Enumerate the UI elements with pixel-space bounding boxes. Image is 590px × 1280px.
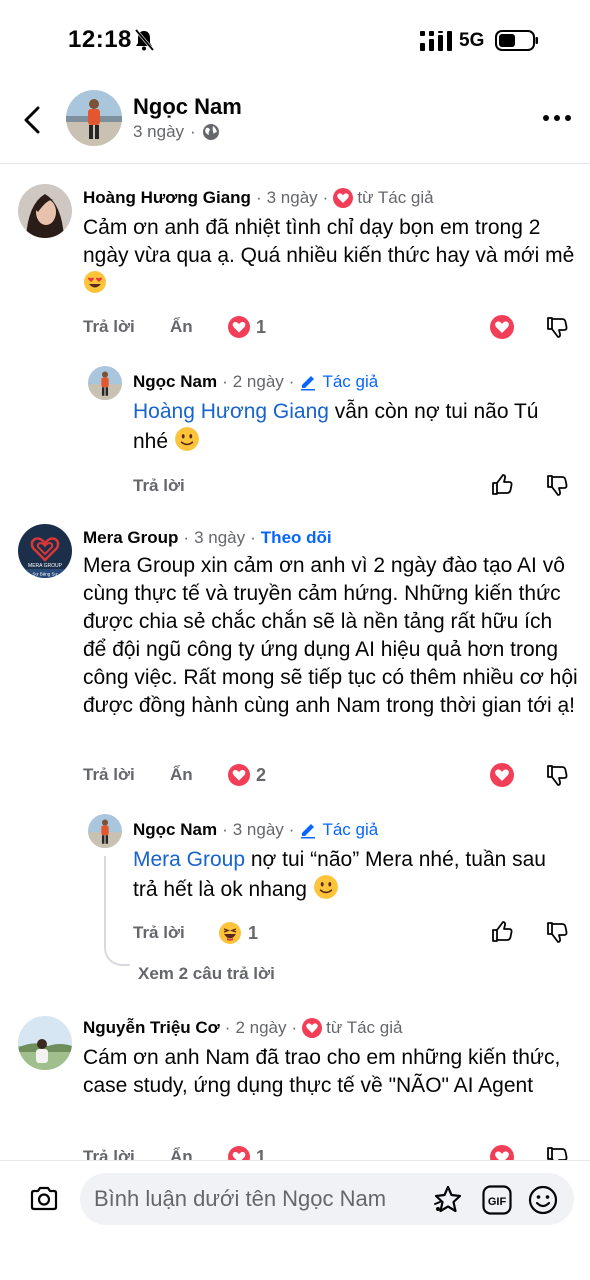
gif-icon[interactable]: GIF (482, 1185, 512, 1215)
dislike-icon[interactable] (545, 920, 569, 944)
comment-time[interactable]: 3 ngày (194, 528, 245, 548)
comment-text: Mera Group xin cảm ơn anh vì 2 ngày đào … (83, 554, 578, 717)
comment-author-line: Nguyễn Triệu Cơ · 2 ngày · từ Tác giả (83, 1018, 403, 1038)
reaction-summary[interactable]: 1 (218, 921, 258, 945)
reply-author[interactable]: Ngọc Nam (133, 820, 217, 840)
status-bar: 12:18 5G (0, 0, 590, 80)
dislike-icon[interactable] (545, 473, 569, 497)
sticker-icon[interactable] (432, 1184, 464, 1216)
laugh-emoji-icon (219, 922, 241, 944)
reply-button[interactable]: Trả lời (133, 923, 185, 943)
comment-author[interactable]: Mera Group (83, 528, 178, 548)
emoji-icon[interactable] (527, 1184, 559, 1216)
reply-time[interactable]: 2 ngày (233, 372, 284, 392)
reaction-summary[interactable]: 1 (228, 316, 266, 338)
more-icon[interactable] (540, 106, 574, 130)
comment-author-line: Hoàng Hương Giang · 3 ngày · từ Tác giả (83, 188, 434, 208)
battery-icon (495, 30, 538, 51)
status-time: 12:18 (68, 26, 132, 53)
reply-author[interactable]: Ngọc Nam (133, 372, 217, 392)
follow-button[interactable]: Theo dõi (261, 528, 332, 548)
comment-input-container: GIF (80, 1173, 574, 1225)
reply-author-avatar[interactable] (88, 366, 122, 400)
mera-tagline-text: Sự Bảng Sự (32, 572, 57, 577)
comment-author-line: Mera Group · 3 ngày · Theo dõi (83, 528, 332, 548)
reply-button[interactable]: Trả lời (83, 317, 135, 337)
comment-time[interactable]: 3 ngày (267, 188, 318, 208)
reply-text: Hoàng Hương Giang vẫn còn nợ tui não Tú … (133, 400, 539, 453)
comment-input[interactable] (94, 1185, 424, 1213)
commenter-avatar[interactable] (18, 184, 72, 238)
reaction-summary[interactable]: 2 (228, 764, 266, 786)
gif-label: GIF (488, 1196, 507, 1208)
heart-icon (302, 1018, 323, 1038)
pencil-icon (301, 376, 316, 391)
signal-icon (420, 31, 452, 51)
author-name[interactable]: Ngọc Nam (133, 94, 242, 120)
post-time: 3 ngày (133, 122, 185, 141)
comment: Hoàng Hương Giang · 3 ngày · từ Tác giả … (0, 164, 590, 504)
comment-author[interactable]: Nguyễn Triệu Cơ (83, 1018, 220, 1038)
globe-icon (202, 124, 219, 140)
reply-button[interactable]: Trả lời (83, 765, 135, 785)
comment: Nguyễn Triệu Cơ · 2 ngày · từ Tác giả Cá… (0, 1004, 590, 1164)
dislike-icon[interactable] (545, 315, 569, 339)
network-label: 5G (459, 30, 485, 51)
heart-icon (228, 316, 250, 338)
heart-icon[interactable] (490, 315, 514, 339)
comment-text: Cám ơn anh Nam đã trao cho em những kiến… (83, 1046, 561, 1097)
like-icon[interactable] (490, 473, 514, 497)
dot-separator: · (190, 122, 196, 141)
comment: MERA GROUP Sự Bảng Sự Mera Group · 3 ngà… (0, 504, 590, 1004)
hide-button[interactable]: Ẩn (170, 765, 193, 785)
pencil-icon (301, 824, 316, 839)
reply-author-line: Ngọc Nam · 3 ngày · Tác giả (133, 820, 379, 840)
comment-time[interactable]: 2 ngày (235, 1018, 286, 1038)
reply-time[interactable]: 3 ngày (233, 820, 284, 840)
post-meta: 3 ngày · (133, 122, 220, 142)
post-header: Ngọc Nam 3 ngày · (0, 80, 590, 164)
heart-icon (228, 764, 250, 786)
reply-author-avatar[interactable] (88, 814, 122, 848)
comment-text: Cảm ơn anh đã nhiệt tình chỉ dạy bọn em … (83, 214, 578, 298)
back-icon[interactable] (18, 100, 48, 140)
reaction-count: 1 (256, 316, 267, 337)
heart-icon (333, 188, 354, 208)
commenter-avatar[interactable] (18, 1016, 72, 1070)
reply-button[interactable]: Trả lời (133, 476, 185, 496)
smile-emoji-icon (313, 875, 338, 899)
view-more-replies[interactable]: Xem 2 câu trả lời (138, 964, 275, 984)
smile-emoji-icon (174, 427, 199, 451)
like-icon[interactable] (490, 920, 514, 944)
mera-logo-text: MERA GROUP (28, 563, 63, 569)
author-avatar[interactable] (66, 90, 122, 146)
reaction-count: 2 (256, 764, 267, 785)
dislike-icon[interactable] (545, 763, 569, 787)
reply-text: Mera Group nợ tui “não” Mera nhé, tuần s… (133, 848, 546, 901)
author-badge: Tác giả (322, 372, 379, 391)
mention-link[interactable]: Hoàng Hương Giang (133, 400, 329, 423)
heart-eyes-emoji-icon (84, 271, 106, 293)
author-badge: Tác giả (322, 820, 379, 839)
author-reaction-badge: từ Tác giả (357, 188, 434, 207)
comment-composer: GIF (0, 1160, 590, 1280)
bell-off-icon (134, 29, 154, 51)
mention-link[interactable]: Mera Group (133, 848, 245, 871)
hide-button[interactable]: Ẩn (170, 317, 193, 337)
heart-icon[interactable] (490, 763, 514, 787)
reply-author-line: Ngọc Nam · 2 ngày · Tác giả (133, 372, 379, 392)
comment-author[interactable]: Hoàng Hương Giang (83, 188, 251, 208)
camera-icon[interactable] (28, 1183, 60, 1215)
author-reaction-badge: từ Tác giả (326, 1018, 403, 1037)
reaction-count: 1 (248, 922, 259, 943)
thread-connector (104, 856, 130, 966)
commenter-avatar[interactable]: MERA GROUP Sự Bảng Sự (18, 524, 72, 578)
